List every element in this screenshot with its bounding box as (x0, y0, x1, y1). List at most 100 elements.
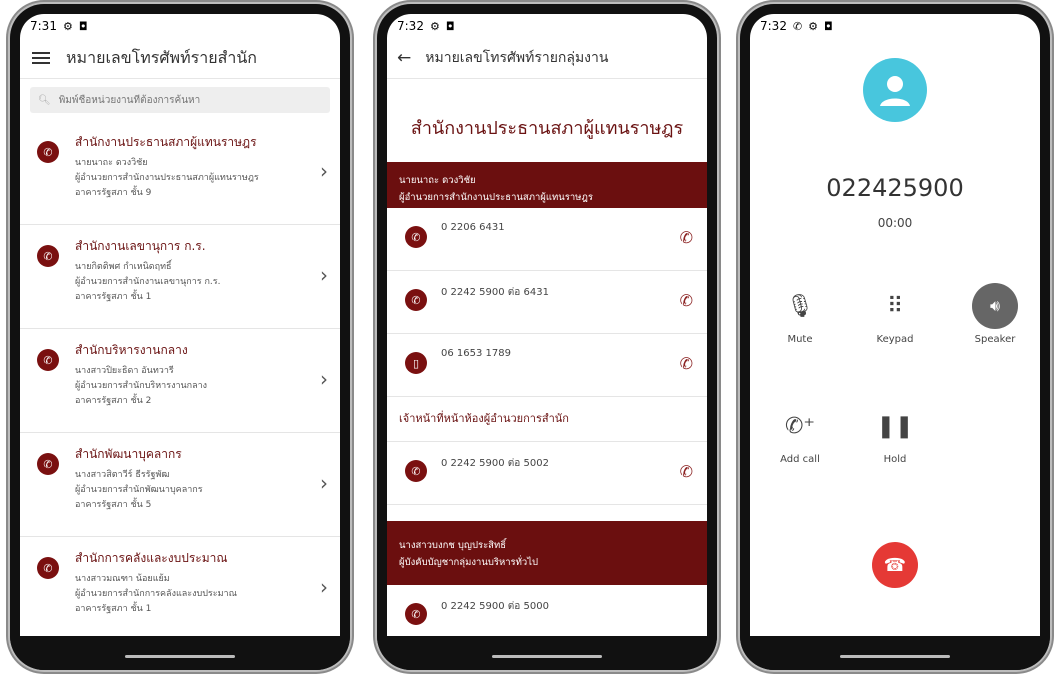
office-name: สำนักบริหารงานกลาง (75, 343, 188, 357)
list-item[interactable]: ✆ สำนักงานประธานสภาผู้แทนราษฎร นายนาถะ ด… (20, 121, 340, 225)
phone-office-list: 7:31 ⚙ ◘ หมายเลขโทรศัพท์รายสำนัก 🔍︎ ✆ สำ… (10, 4, 350, 670)
chevron-right-icon: › (320, 471, 328, 495)
office-name: สำนักงานประธานสภาผู้แทนราษฎร (75, 135, 257, 149)
add-call-icon: ✆⁺ (784, 413, 816, 439)
office-heading: สำนักงานประธานสภาผู้แทนราษฎร (410, 118, 684, 139)
notification-icon: ◘ (824, 19, 833, 33)
gear-icon: ⚙ (62, 19, 73, 33)
list-item[interactable]: ✆ สำนักพัฒนาบุคลากร นางสาวสิตาวีร์ ธีรรั… (20, 433, 340, 537)
system-nav-bar (740, 636, 1050, 670)
office-role: ผู้อำนวยการสำนักงานประธานสภาผู้แทนราษฎร (75, 173, 259, 183)
office-person: นางสาวสิตาวีร์ ธีรรัฐพัฒ (75, 470, 170, 480)
pause-icon: ❚❚ (876, 413, 914, 439)
page-title: หมายเลขโทรศัพท์รายกลุ่มงาน (425, 50, 609, 66)
keypad-label: Keypad (876, 334, 914, 345)
phone-row[interactable]: ✆ 0 2242 5900 ต่อ 6431 ✆ (387, 271, 707, 334)
office-role: ผู้อำนวยการสำนักพัฒนาบุคลากร (75, 485, 203, 495)
keypad-button[interactable]: ⠿ Keypad (850, 284, 940, 346)
speaker-label: Speaker (974, 334, 1016, 345)
status-bar: 7:31 ⚙ ◘ (20, 14, 340, 38)
phone-number: 0 2242 5900 ต่อ 6431 (441, 287, 549, 298)
office-building: อาคารรัฐสภา ชั้น 1 (75, 292, 152, 302)
status-time: 7:32 (760, 19, 787, 33)
office-building: อาคารรัฐสภา ชั้น 5 (75, 500, 152, 510)
list-item[interactable]: ✆ สำนักงานเลขานุการ ก.ร. นายกิตติพศ กำเห… (20, 225, 340, 329)
phone-calling: 7:32 ✆ ⚙ ◘ 022425900 00:00 🎙︎ Mute ⠿ Key… (740, 4, 1050, 670)
gear-icon: ⚙ (429, 19, 440, 33)
status-bar: 7:32 ⚙ ◘ (387, 14, 707, 38)
mobile-icon: ▯ (405, 352, 427, 374)
supervisor-name: นางสาวบงกช บุญประสิทธิ์ (399, 540, 507, 551)
call-status-icon: ✆ (792, 19, 803, 33)
add-call-button[interactable]: ✆⁺ Add call (755, 404, 845, 466)
phone-row[interactable]: ✆ 0 2206 6431 ✆ (387, 208, 707, 271)
office-person: นางสาวปิยะธิดา อันทวารี (75, 366, 174, 376)
chevron-right-icon: › (320, 575, 328, 599)
status-bar: 7:32 ✆ ⚙ ◘ (750, 14, 1040, 38)
office-building: อาคารรัฐสภา ชั้น 2 (75, 396, 152, 406)
system-nav-bar (377, 636, 717, 670)
office-role: ผู้อำนวยการสำนักการคลังและงบประมาณ (75, 589, 237, 599)
phone-group-numbers: 7:32 ⚙ ◘ ← หมายเลขโทรศัพท์รายกลุ่มงาน สำ… (377, 4, 717, 670)
back-arrow-icon[interactable]: ← (397, 48, 411, 68)
search-bar[interactable]: 🔍︎ (30, 87, 330, 113)
app-bar: ← หมายเลขโทรศัพท์รายกลุ่มงาน (387, 38, 707, 79)
menu-icon[interactable] (32, 52, 50, 64)
notification-icon: ◘ (445, 19, 455, 33)
gear-icon: ⚙ (808, 19, 819, 33)
speaker-icon: 🔊︎ (972, 283, 1018, 329)
call-icon[interactable]: ✆ (680, 228, 693, 247)
phone-row[interactable]: ✆ 0 2242 5900 ต่อ 5002 ✆ (387, 442, 707, 505)
office-person: นายนาถะ ดวงวิชัย (75, 158, 148, 168)
office-name: สำนักการคลังและงบประมาณ (75, 551, 228, 565)
phone-icon: ✆ (37, 349, 59, 371)
app-bar: หมายเลขโทรศัพท์รายสำนัก (20, 38, 340, 79)
director-role: ผู้อำนวยการสำนักงานประธานสภาผู้แทนราษฎร (399, 192, 593, 203)
speaker-button[interactable]: 🔊︎ Speaker (950, 283, 1040, 345)
screen: 7:31 ⚙ ◘ หมายเลขโทรศัพท์รายสำนัก 🔍︎ ✆ สำ… (20, 14, 340, 636)
office-building: อาคารรัฐสภา ชั้น 9 (75, 188, 152, 198)
screen: 7:32 ⚙ ◘ ← หมายเลขโทรศัพท์รายกลุ่มงาน สำ… (387, 14, 707, 636)
director-banner: นายนาถะ ดวงวิชัย ผู้อำนวยการสำนักงานประธ… (387, 162, 707, 208)
screen: 7:32 ✆ ⚙ ◘ 022425900 00:00 🎙︎ Mute ⠿ Key… (750, 14, 1040, 636)
person-icon (880, 76, 910, 106)
phone-icon: ✆ (405, 603, 427, 625)
hold-label: Hold (883, 454, 907, 465)
office-person: นางสาวมณฑา น้อยแย้ม (75, 574, 170, 584)
phone-number: 06 1653 1789 (441, 348, 511, 359)
system-nav-bar (10, 636, 350, 670)
end-call-button[interactable]: ☎ (872, 542, 918, 588)
mic-off-icon: 🎙︎ (786, 293, 814, 319)
status-time: 7:32 (397, 19, 424, 33)
call-icon[interactable]: ✆ (680, 462, 693, 481)
mute-button[interactable]: 🎙︎ Mute (755, 284, 845, 346)
contact-avatar (863, 58, 927, 122)
notification-icon: ◘ (78, 19, 88, 33)
office-name: สำนักพัฒนาบุคลากร (75, 447, 182, 461)
home-indicator[interactable] (492, 655, 602, 658)
phone-icon: ✆ (405, 460, 427, 482)
phone-icon: ✆ (37, 557, 59, 579)
phone-icon: ✆ (405, 289, 427, 311)
list-item[interactable]: ✆ สำนักการคลังและงบประมาณ นางสาวมณฑา น้อ… (20, 537, 340, 636)
hold-button[interactable]: ❚❚ Hold (850, 404, 940, 466)
call-icon[interactable]: ✆ (680, 291, 693, 310)
call-icon[interactable]: ✆ (680, 354, 693, 373)
office-role: ผู้อำนวยการสำนักงานเลขานุการ ก.ร. (75, 277, 221, 287)
call-duration: 00:00 (877, 216, 913, 230)
phone-icon: ✆ (37, 141, 59, 163)
chevron-right-icon: › (320, 263, 328, 287)
chevron-right-icon: › (320, 367, 328, 391)
search-input[interactable] (56, 93, 322, 107)
keypad-icon: ⠿ (886, 293, 904, 319)
home-indicator[interactable] (125, 655, 235, 658)
list-item[interactable]: ✆ สำนักบริหารงานกลาง นางสาวปิยะธิดา อันท… (20, 329, 340, 433)
hang-up-icon: ☎ (883, 554, 907, 576)
phone-row[interactable]: ▯ 06 1653 1789 ✆ (387, 334, 707, 397)
office-building: อาคารรัฐสภา ชั้น 1 (75, 604, 152, 614)
home-indicator[interactable] (840, 655, 950, 658)
supervisor-role: ผู้บังคับบัญชากลุ่มงานบริหารทั่วไป (399, 557, 539, 568)
phone-number: 0 2206 6431 (441, 222, 505, 233)
phone-row[interactable]: ✆ 0 2242 5900 ต่อ 5000 (387, 585, 707, 636)
phone-number: 0 2242 5900 ต่อ 5002 (441, 458, 549, 469)
